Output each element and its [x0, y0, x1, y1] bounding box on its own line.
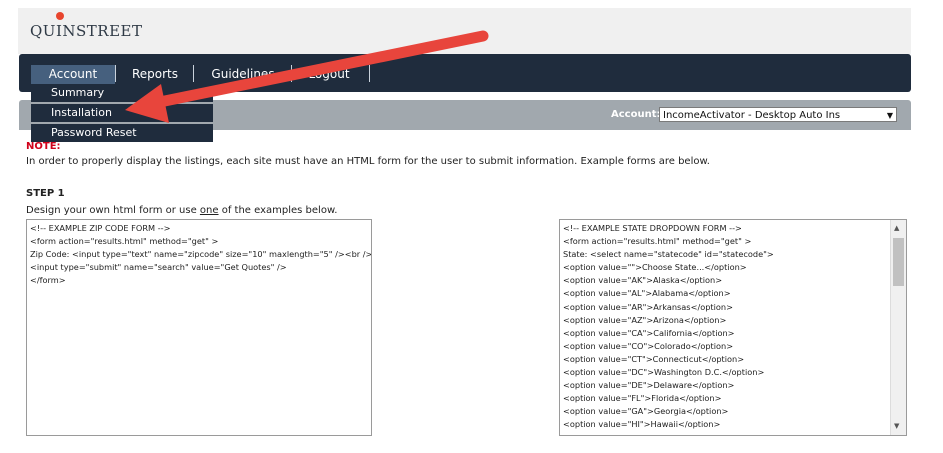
annotation-arrow-shaft [144, 30, 489, 110]
annotation-arrow-icon [125, 30, 489, 123]
annotation-arrow-head [125, 84, 169, 123]
